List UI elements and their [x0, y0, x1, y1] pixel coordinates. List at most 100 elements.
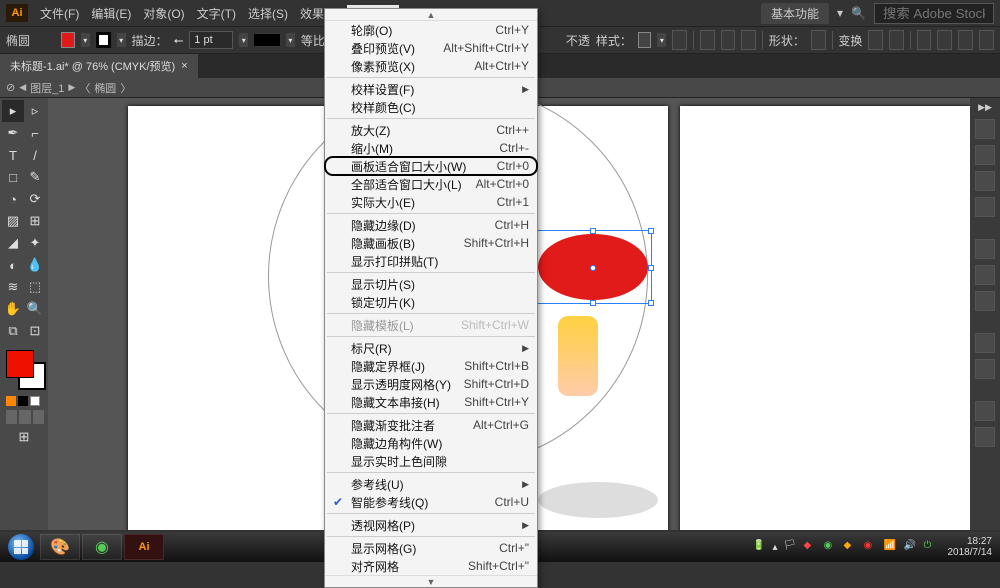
panel-color-icon[interactable] — [975, 119, 995, 139]
selection-handle[interactable] — [648, 228, 654, 234]
menu-item[interactable]: 缩小(M)Ctrl+- — [325, 139, 537, 157]
menu-item[interactable]: 对齐网格Shift+Ctrl+" — [325, 557, 537, 575]
tool-10[interactable]: ▨ — [2, 210, 24, 232]
arrange-button-2[interactable] — [937, 30, 952, 50]
tool-11[interactable]: ⊞ — [24, 210, 46, 232]
tray-volume-icon[interactable]: 🔊 — [904, 540, 918, 554]
taskbar-app-paint[interactable]: 🎨 — [40, 534, 80, 560]
transform-button-1[interactable] — [868, 30, 883, 50]
tray-360-icon[interactable]: ◉ — [824, 540, 838, 554]
tool-19[interactable]: 🔍 — [24, 298, 46, 320]
close-tab-icon[interactable]: × — [181, 60, 187, 72]
shape-button[interactable] — [811, 30, 826, 50]
panel-stroke-icon[interactable] — [975, 239, 995, 259]
menu-item[interactable]: 画板适合窗口大小(W)Ctrl+0 — [325, 157, 537, 175]
panel-transparency-icon[interactable] — [975, 291, 995, 311]
tray-signal-icon[interactable]: 📶 — [884, 540, 898, 554]
menu-item[interactable]: 隐藏边角构件(W) — [325, 434, 537, 452]
arrange-button-3[interactable] — [958, 30, 973, 50]
selection-box[interactable] — [534, 230, 652, 304]
stroke-style-preview[interactable] — [254, 34, 280, 46]
menu-item[interactable]: 参考线(U)▶ — [325, 475, 537, 493]
tool-3[interactable]: ⌐ — [24, 122, 46, 144]
stroke-dropdown[interactable]: ▾ — [117, 33, 126, 47]
tray-flag-icon[interactable]: 🏳 — [784, 540, 798, 554]
panel-appearance-icon[interactable] — [975, 333, 995, 353]
menu-item[interactable]: 显示网格(G)Ctrl+" — [325, 539, 537, 557]
selection-handle[interactable] — [590, 300, 596, 306]
tool-13[interactable]: ✦ — [24, 232, 46, 254]
menu-item[interactable]: 显示切片(S) — [325, 275, 537, 293]
tool-4[interactable]: T — [2, 144, 24, 166]
menu-item[interactable]: 显示透明度网格(Y)Shift+Ctrl+D — [325, 375, 537, 393]
tool-18[interactable]: ✋ — [2, 298, 24, 320]
breadcrumb-layer[interactable]: 图层_1 — [30, 80, 64, 96]
panel-layers-icon[interactable] — [975, 401, 995, 421]
tray-app-icon[interactable]: ◆ — [844, 540, 858, 554]
menu-item[interactable]: 隐藏文本串接(H)Shift+Ctrl+Y — [325, 393, 537, 411]
start-button[interactable] — [4, 534, 38, 560]
tool-17[interactable]: ⬚ — [24, 276, 46, 298]
menu-item[interactable]: 显示实时上色间隙 — [325, 452, 537, 470]
menu-item[interactable]: 校样设置(F)▶ — [325, 80, 537, 98]
stroke-weight-dropdown[interactable]: ▾ — [239, 33, 248, 47]
panel-brushes-icon[interactable] — [975, 171, 995, 191]
style-swatch[interactable] — [638, 32, 652, 48]
tool-20[interactable]: ⧉ — [2, 320, 24, 342]
tool-5[interactable]: / — [24, 144, 46, 166]
panel-artboards-icon[interactable] — [975, 427, 995, 447]
tool-6[interactable]: □ — [2, 166, 24, 188]
taskbar-app-360[interactable]: ◉ — [82, 534, 122, 560]
stroke-swatch[interactable] — [96, 32, 111, 48]
panel-graphic-styles-icon[interactable] — [975, 359, 995, 379]
panel-toggle[interactable]: ▶▶ — [978, 102, 992, 113]
tray-expand-icon[interactable]: ▴ — [772, 542, 777, 553]
tray-app2-icon[interactable]: ◉ — [864, 540, 878, 554]
menu-item[interactable]: 显示打印拼贴(T) — [325, 252, 537, 270]
stroke-weight-field[interactable] — [189, 31, 233, 49]
menu-item[interactable]: 放大(Z)Ctrl++ — [325, 121, 537, 139]
tray-power-icon[interactable]: ⏻ — [924, 540, 938, 554]
panel-gradient-icon[interactable] — [975, 265, 995, 285]
menu-编辑[interactable]: 编辑(E) — [85, 5, 137, 22]
menu-item[interactable]: 实际大小(E)Ctrl+1 — [325, 193, 537, 211]
fill-dropdown[interactable]: ▾ — [81, 33, 90, 47]
menu-文件[interactable]: 文件(F) — [34, 5, 85, 22]
menu-item[interactable]: ✔智能参考线(Q)Ctrl+U — [325, 493, 537, 511]
style-dropdown[interactable]: ▾ — [657, 33, 666, 47]
selection-handle[interactable] — [648, 300, 654, 306]
selection-center[interactable] — [590, 265, 596, 271]
search-input[interactable] — [874, 3, 994, 24]
selection-handle[interactable] — [648, 265, 654, 271]
menu-item[interactable]: 全部适合窗口大小(L)Alt+Ctrl+0 — [325, 175, 537, 193]
tool-12[interactable]: ◢ — [2, 232, 24, 254]
draw-modes[interactable] — [2, 408, 48, 426]
menu-item[interactable]: 隐藏画板(B)Shift+Ctrl+H — [325, 234, 537, 252]
menu-item[interactable]: 透视网格(P)▶ — [325, 516, 537, 534]
tool-2[interactable]: ✒ — [2, 122, 24, 144]
mini-swatches[interactable] — [2, 394, 46, 408]
menu-对象[interactable]: 对象(O) — [137, 5, 190, 22]
align-button-1[interactable] — [700, 30, 715, 50]
menu-item[interactable]: 锁定切片(K) — [325, 293, 537, 311]
menu-item[interactable]: 叠印预览(V)Alt+Shift+Ctrl+Y — [325, 39, 537, 57]
stroke-style-dropdown[interactable]: ▾ — [286, 33, 295, 47]
fill-swatch[interactable] — [61, 32, 75, 48]
document-tab[interactable]: 未标题-1.ai* @ 76% (CMYK/预览) × — [0, 54, 198, 78]
menu-item[interactable]: 隐藏边缘(D)Ctrl+H — [325, 216, 537, 234]
tool-0[interactable]: ▸ — [2, 100, 24, 122]
taskbar-app-illustrator[interactable]: Ai — [124, 534, 164, 560]
tool-14[interactable]: ◐ — [2, 254, 24, 276]
menu-scroll-down-icon[interactable]: ▼ — [325, 575, 537, 587]
tray-battery-icon[interactable]: 🔋 — [752, 540, 766, 554]
taskbar-clock[interactable]: 18:27 2018/7/14 — [944, 536, 997, 558]
menu-scroll-up-icon[interactable]: ▲ — [325, 9, 537, 21]
menu-选择[interactable]: 选择(S) — [242, 5, 294, 22]
panel-symbols-icon[interactable] — [975, 197, 995, 217]
tool-9[interactable]: ⟳ — [24, 188, 46, 210]
align-button-2[interactable] — [721, 30, 736, 50]
menu-item[interactable]: 标尺(R)▶ — [325, 339, 537, 357]
menu-item[interactable]: 像素预览(X)Alt+Ctrl+Y — [325, 57, 537, 75]
tool-7[interactable]: ✎ — [24, 166, 46, 188]
tool-1[interactable]: ▹ — [24, 100, 46, 122]
